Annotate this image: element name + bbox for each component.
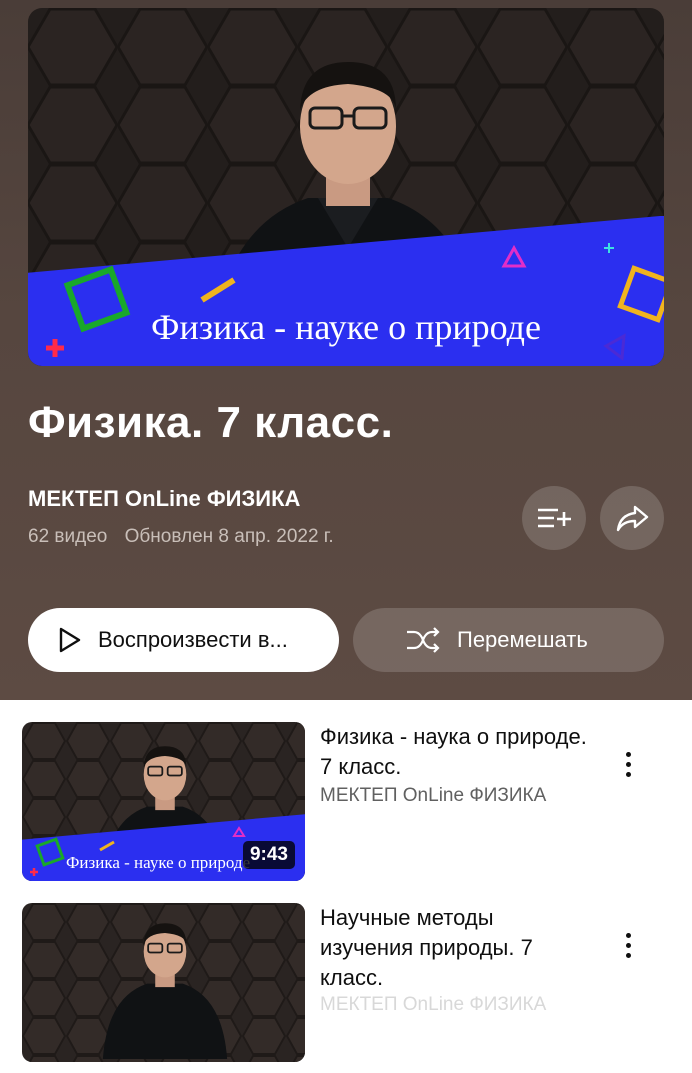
playlist-add-icon xyxy=(538,508,571,528)
play-icon xyxy=(59,627,81,653)
shuffle-button[interactable]: Перемешать xyxy=(353,608,664,672)
playlist-meta: 62 видео Обновлен 8 апр. 2022 г. xyxy=(28,526,334,548)
more-options-button[interactable] xyxy=(612,744,644,784)
video-title[interactable]: Научные методы изучения природы. 7 класс… xyxy=(320,903,590,993)
list-item[interactable]: Научные методы изучения природы. 7 класс… xyxy=(0,903,692,1073)
channel-name[interactable]: МЕКТЕП OnLine ФИЗИКА xyxy=(28,486,300,512)
duration-badge: 9:43 xyxy=(242,841,295,869)
video-thumbnail[interactable] xyxy=(22,903,305,1062)
play-all-button[interactable]: Воспроизвести в... xyxy=(28,608,339,672)
kebab-dot xyxy=(625,952,631,958)
shuffle-icon xyxy=(407,627,440,653)
kebab-dot xyxy=(625,942,631,948)
kebab-dot xyxy=(625,761,631,767)
video-channel: МЕКТЕП OnLine ФИЗИКА xyxy=(320,785,547,806)
video-count: 62 видео xyxy=(28,526,108,547)
thumbnail-caption: Физика - науке о природе xyxy=(151,307,541,348)
play-all-label: Воспроизвести в... xyxy=(98,627,288,652)
presenter-figure xyxy=(102,923,228,1059)
playlist-thumbnail[interactable]: Физика - науке о природе xyxy=(28,8,664,366)
kebab-dot xyxy=(625,932,631,938)
kebab-dot xyxy=(625,771,631,777)
updated-date: Обновлен 8 апр. 2022 г. xyxy=(124,526,334,547)
video-title[interactable]: Физика - наука о природе. 7 класс. xyxy=(320,722,590,782)
playlist-title: Физика. 7 класс. xyxy=(28,398,394,447)
share-icon xyxy=(616,505,649,532)
add-to-queue-button[interactable] xyxy=(522,486,586,550)
list-item[interactable]: Физика - науке о природе 9:43 Физика - н… xyxy=(0,722,692,892)
shuffle-label: Перемешать xyxy=(457,627,588,652)
share-button[interactable] xyxy=(600,486,664,550)
kebab-dot xyxy=(625,751,631,757)
playlist-header: Физика - науке о природе Физика. 7 класс… xyxy=(0,0,692,700)
more-options-button[interactable] xyxy=(612,925,644,965)
video-channel: МЕКТЕП OnLine ФИЗИКА xyxy=(320,994,547,1015)
video-thumbnail[interactable]: Физика - науке о природе 9:43 xyxy=(22,722,305,881)
